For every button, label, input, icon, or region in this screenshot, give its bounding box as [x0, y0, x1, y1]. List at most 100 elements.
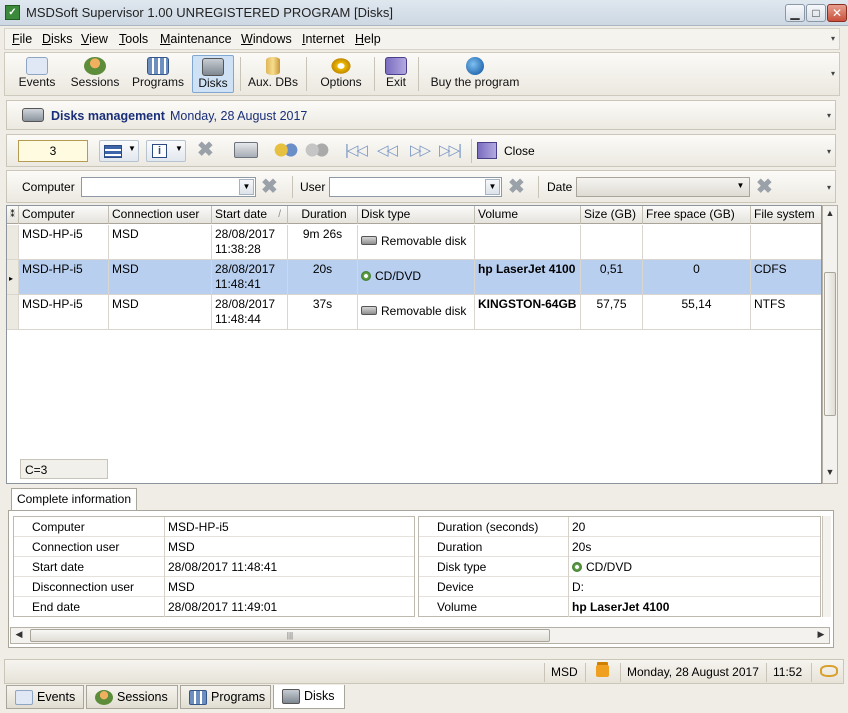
details-view-button[interactable]: i ▼ [146, 140, 186, 162]
table-row[interactable]: MSD-HP-i5 MSD 28/08/2017 11:38:28 9m 26s … [7, 225, 821, 260]
column-header-free-space[interactable]: Free space (GB) [643, 206, 751, 224]
column-header-file-system[interactable]: File system [751, 206, 821, 224]
navbar-overflow-icon[interactable]: ▾ [824, 147, 834, 156]
filter-bar: Computer ▼ ✖ User ▼ ✖ Date ▼ ✖ ▾ [6, 170, 836, 203]
detail-value: MSD-HP-i5 [168, 520, 229, 534]
cell-free-space: 55,14 [643, 295, 751, 329]
filterbar-overflow-icon[interactable]: ▾ [824, 183, 834, 192]
column-header-disk-type[interactable]: Disk type [358, 206, 475, 224]
column-header-size[interactable]: Size (GB) [581, 206, 643, 224]
menu-tools[interactable]: Tools [119, 32, 148, 46]
gear-icon [330, 57, 352, 75]
panel-overflow-icon[interactable]: ▾ [824, 111, 834, 120]
toolbar-disks-button[interactable]: Disks [192, 55, 234, 93]
cell-duration: 9m 26s [288, 225, 358, 259]
lock-icon[interactable] [596, 665, 609, 677]
computer-filter-combo[interactable]: ▼ [81, 177, 256, 197]
menu-internet[interactable]: Internet [302, 32, 344, 46]
toolbar-buy-button[interactable]: Buy the program [425, 55, 525, 93]
detail-row: Disconnection user MSD [14, 577, 414, 597]
toolbar-programs-button[interactable]: Programs [128, 55, 188, 93]
menu-overflow-icon[interactable]: ▾ [828, 34, 838, 43]
user-filter-combo[interactable]: ▼ [329, 177, 502, 197]
chevron-down-icon[interactable]: ▼ [733, 179, 748, 195]
menu-help[interactable]: Help [355, 32, 381, 46]
next-record-icon[interactable]: ▷▷ [410, 141, 431, 159]
filter-separator [292, 176, 293, 198]
removable-disk-icon [361, 306, 377, 315]
scroll-left-icon[interactable]: ◀ [12, 629, 26, 640]
chevron-down-icon[interactable]: ▼ [485, 179, 500, 195]
scrollbar-thumb[interactable]: ||| [30, 629, 550, 642]
clear-user-filter-icon[interactable]: ✖ [508, 177, 525, 197]
view-layout-button[interactable]: ▼ [99, 140, 139, 162]
column-header-volume[interactable]: Volume [475, 206, 581, 224]
chevron-down-icon[interactable]: ▼ [239, 179, 254, 195]
current-row-indicator-icon[interactable]: ▸ [7, 260, 19, 294]
scroll-down-icon[interactable]: ▼ [823, 467, 837, 477]
column-header-connection-user[interactable]: Connection user [109, 206, 212, 224]
cell-disk-type-label: CD/DVD [375, 269, 422, 283]
bottom-tab-disks[interactable]: Disks [273, 685, 345, 709]
last-record-icon[interactable]: ▷▷| [439, 141, 462, 159]
bottom-tab-programs[interactable]: Programs [180, 685, 271, 709]
bottom-tab-disks-label: Disks [304, 689, 335, 703]
column-header-computer[interactable]: Computer [19, 206, 109, 224]
detail-key: Duration (seconds) [419, 517, 569, 537]
toolbar-options-button[interactable]: Options [314, 55, 368, 93]
status-date: Monday, 28 August 2017 [620, 663, 765, 682]
details-horizontal-scrollbar[interactable]: ◀ ||| ▶ [10, 627, 830, 644]
bottom-tab-events[interactable]: Events [6, 685, 84, 709]
table-row[interactable]: MSD-HP-i5 MSD 28/08/2017 11:48:44 37s Rem… [7, 295, 821, 330]
scrollbar-thumb[interactable] [824, 272, 836, 416]
table-row-selected[interactable]: ▸ MSD-HP-i5 MSD 28/08/2017 11:48:41 20s C… [7, 260, 821, 295]
clear-date-filter-icon[interactable]: ✖ [756, 177, 773, 197]
row-indicator[interactable] [7, 295, 19, 329]
notification-icon[interactable] [820, 665, 838, 677]
toolbar-events-button[interactable]: Events [13, 55, 61, 93]
menu-disks[interactable]: Disks [42, 32, 73, 46]
app-icon[interactable]: ✓ [5, 5, 20, 20]
grid-vertical-scrollbar[interactable]: ▲ ▼ [822, 205, 838, 484]
column-header-duration[interactable]: Duration [288, 206, 358, 224]
toolbar-sessions-button[interactable]: Sessions [67, 55, 123, 93]
grid-header: ⁑ Computer Connection user Start date / … [7, 206, 821, 224]
title-bar: ✓ MSDSoft Supervisor 1.00 UNREGISTERED P… [0, 0, 848, 26]
menu-view[interactable]: View [81, 32, 108, 46]
delete-icon[interactable]: ✖ [197, 140, 214, 160]
toolbar-overflow-icon[interactable]: ▾ [828, 69, 838, 78]
grid-icon [189, 690, 207, 705]
menu-windows[interactable]: Windows [241, 32, 292, 46]
close-window-button[interactable]: ✕ [827, 4, 847, 22]
menu-disks-label: isks [51, 32, 73, 46]
toolbar-auxdbs-button[interactable]: Aux. DBs [246, 55, 300, 93]
detail-row: Computer MSD-HP-i5 [14, 517, 414, 537]
menu-file[interactable]: File [12, 32, 32, 46]
details-vertical-scrollbar[interactable] [822, 516, 831, 617]
toolbar-exit-button[interactable]: Exit [380, 55, 412, 93]
previous-record-icon[interactable]: ◁◁ [377, 141, 398, 159]
status-user: MSD [544, 663, 584, 682]
group-icon[interactable] [274, 143, 298, 157]
row-indicator[interactable] [7, 225, 19, 259]
print-icon[interactable] [234, 142, 258, 158]
record-count-field[interactable]: 3 [18, 140, 88, 162]
user-icon [95, 690, 113, 705]
first-record-icon[interactable]: |◁◁ [345, 141, 368, 159]
menu-maintenance[interactable]: Maintenance [160, 32, 232, 46]
close-panel-button[interactable]: Close [477, 140, 541, 162]
minimize-button[interactable]: ▁ [785, 4, 805, 22]
bottom-tab-sessions[interactable]: Sessions [86, 685, 178, 709]
grid-corner[interactable]: ⁑ [7, 206, 19, 224]
details-right-table: Duration (seconds) 20 Duration 20s Disk ty… [418, 516, 821, 617]
maximize-button[interactable]: □ [806, 4, 826, 22]
tab-complete-information[interactable]: Complete information [11, 488, 137, 510]
date-filter-combo[interactable]: ▼ [576, 177, 750, 197]
clear-computer-filter-icon[interactable]: ✖ [261, 177, 278, 197]
exit-door-icon [385, 57, 407, 75]
scroll-up-icon[interactable]: ▲ [823, 208, 837, 218]
column-header-start-date[interactable]: Start date / [212, 206, 288, 224]
scroll-right-icon[interactable]: ▶ [814, 629, 828, 640]
status-notification [811, 663, 844, 682]
cell-size: 57,75 [581, 295, 643, 329]
